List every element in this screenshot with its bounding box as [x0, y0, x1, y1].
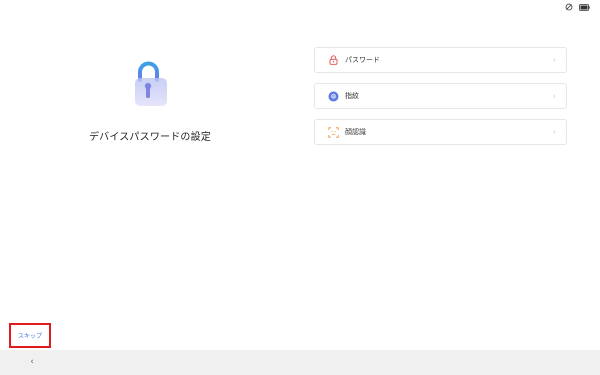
lock-icon: [327, 54, 339, 66]
page-title: デバイスパスワードの設定: [88, 132, 212, 143]
back-icon[interactable]: ‹: [26, 356, 38, 368]
face-scan-icon: [327, 126, 339, 138]
status-icons: [565, 3, 590, 11]
lock-illustration-icon: [131, 60, 171, 110]
chevron-right-icon: ›: [552, 127, 556, 137]
skip-button-label: スキップ: [17, 333, 42, 340]
rotate-lock-icon: [565, 3, 573, 11]
skip-button[interactable]: スキップ: [9, 323, 51, 348]
battery-icon: [579, 3, 590, 11]
password-option[interactable]: パスワード ›: [314, 47, 567, 73]
face-recognition-option-label: 顔認識: [345, 128, 366, 136]
auth-options-list: パスワード › 指紋 › 顔認識 ›: [314, 47, 567, 155]
face-recognition-option[interactable]: 顔認識 ›: [314, 119, 567, 145]
navigation-bar: ‹: [0, 350, 600, 375]
password-option-label: パスワード: [345, 56, 380, 64]
status-bar: [0, 0, 600, 16]
fingerprint-icon: [327, 90, 339, 102]
fingerprint-option-label: 指紋: [345, 92, 359, 100]
chevron-right-icon: ›: [552, 55, 556, 65]
fingerprint-option[interactable]: 指紋 ›: [314, 83, 567, 109]
chevron-right-icon: ›: [552, 91, 556, 101]
